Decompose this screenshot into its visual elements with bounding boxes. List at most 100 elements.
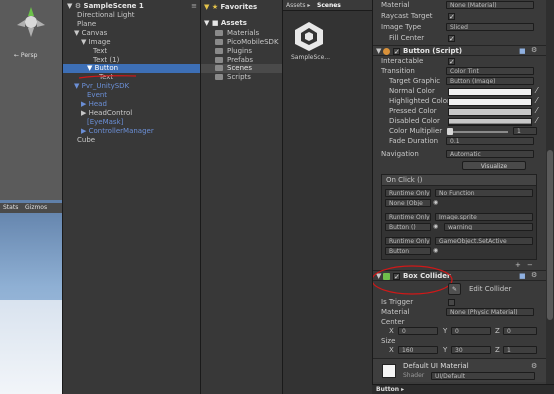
size-y-field[interactable]: 30 [451, 346, 491, 354]
script-icon [383, 48, 390, 55]
runtime-dropdown[interactable]: Runtime Only [385, 237, 431, 245]
eyedropper-icon[interactable]: ⁄ [536, 86, 537, 95]
scene-view[interactable]: ← Persp [0, 0, 62, 200]
hierarchy-menu-icon[interactable]: ≡ [191, 2, 197, 10]
event-argument-field[interactable]: warning [444, 223, 533, 231]
assets-root-row[interactable]: ▼ ■ Assets [204, 18, 282, 28]
is-trigger-label: Is Trigger [381, 298, 414, 306]
object-picker-icon[interactable]: ◉ [433, 223, 438, 230]
visualize-button[interactable]: Visualize [462, 161, 526, 170]
event-object-field[interactable]: None (Obje [385, 199, 431, 207]
interactable-checkbox[interactable]: ✓ [448, 58, 455, 66]
remove-event-button[interactable]: − [527, 261, 533, 269]
is-trigger-checkbox[interactable] [448, 299, 455, 306]
target-graphic-label: Target Graphic [389, 77, 441, 85]
center-z-label: Z [495, 327, 500, 335]
color-multiplier-slider-handle[interactable] [447, 128, 453, 135]
highlighted-color-swatch[interactable] [448, 98, 532, 106]
eyedropper-icon[interactable]: ⁄ [536, 96, 537, 105]
breadcrumb-assets[interactable]: Assets ▸ [286, 2, 310, 9]
material-preview [382, 364, 396, 378]
navigation-label: Navigation [381, 150, 419, 158]
persp-label[interactable]: ← Persp [14, 52, 37, 59]
center-x-field[interactable]: 0 [398, 327, 438, 335]
fade-duration-field[interactable]: 0.1 [446, 137, 534, 145]
color-multiplier-field[interactable]: 1 [513, 127, 537, 135]
color-multiplier-slider-track[interactable] [448, 131, 508, 133]
project-content-panel: Assets ▸ Scenes SampleSce... [282, 0, 372, 394]
settings-gear-icon[interactable]: ⚙ [531, 46, 537, 54]
inspector-panel: Material None (Material) Raycast Target … [372, 0, 554, 394]
add-event-button[interactable]: + [515, 261, 521, 269]
size-x-label: X [389, 346, 394, 354]
target-graphic-field[interactable]: Button (Image) [446, 77, 534, 85]
hierarchy-item-cube[interactable]: Cube [77, 135, 200, 145]
game-view[interactable]: Stats Gizmos [0, 200, 62, 394]
fill-center-checkbox[interactable]: ✓ [448, 35, 455, 43]
raycast-target-checkbox[interactable]: ✓ [448, 13, 455, 21]
hierarchy-panel: ▼ ⚙ SampleScene 1 Directional Light Plan… [62, 0, 200, 394]
navigation-dropdown[interactable]: Automatic [446, 150, 534, 158]
shader-dropdown[interactable]: UI/Default [431, 372, 535, 380]
fade-duration-label: Fade Duration [389, 137, 439, 145]
scrollbar-thumb[interactable] [547, 150, 553, 320]
help-icon[interactable]: ■ [519, 47, 526, 55]
size-label: Size [381, 337, 396, 345]
default-material-name: Default UI Material [403, 362, 469, 370]
shader-label: Shader [403, 372, 425, 379]
foldout-arrow-icon[interactable]: ▼ [376, 47, 381, 55]
selected-object-label[interactable]: Button ▸ [376, 386, 404, 393]
runtime-dropdown[interactable]: Runtime Only [385, 213, 431, 221]
material-field[interactable]: None (Material) [446, 1, 534, 9]
center-label: Center [381, 318, 405, 326]
runtime-dropdown[interactable]: Runtime Only [385, 189, 431, 197]
button-component-header[interactable]: ▼ ✓ Button (Script) ■ ⚙ [373, 45, 554, 56]
eyedropper-icon[interactable]: ⁄ [536, 106, 537, 115]
help-icon[interactable]: ■ [519, 272, 526, 280]
game-view-toolbar: Stats Gizmos [0, 203, 62, 213]
disabled-color-swatch[interactable] [448, 118, 532, 126]
raycast-target-label: Raycast Target [381, 12, 433, 20]
gizmos-button[interactable]: Gizmos [25, 204, 47, 211]
scene-gizmo[interactable] [14, 5, 48, 39]
fill-center-label: Fill Center [389, 34, 425, 42]
scene-asset[interactable]: SampleSce... [289, 20, 330, 64]
image-type-dropdown[interactable]: Sliced [446, 23, 534, 31]
event-object-field[interactable]: Button [385, 247, 431, 255]
folder-icon [215, 65, 223, 71]
center-z-field[interactable]: 0 [503, 327, 537, 335]
function-dropdown[interactable]: No Function [435, 189, 533, 197]
favorites-row[interactable]: ▼ ★ Favorites [204, 2, 282, 12]
settings-gear-icon[interactable]: ⚙ [531, 271, 537, 279]
normal-color-swatch[interactable] [448, 88, 532, 96]
object-picker-icon[interactable]: ◉ [433, 247, 438, 254]
button-component-title: Button (Script) [403, 47, 463, 55]
event-object-field[interactable]: Button () [385, 223, 431, 231]
transition-label: Transition [381, 67, 415, 75]
function-dropdown[interactable]: Image.sprite [435, 213, 533, 221]
folder-icon [215, 74, 223, 80]
edit-collider-button[interactable]: ✎ [448, 283, 461, 295]
object-picker-icon[interactable]: ◉ [433, 199, 438, 206]
onclick-header: On Click () [382, 175, 536, 186]
bottom-bar: Button ▸ [372, 384, 554, 394]
folder-scripts[interactable]: Scripts [215, 72, 282, 82]
eyedropper-icon[interactable]: ⁄ [536, 116, 537, 125]
annotation-circle [373, 265, 453, 295]
folder-icon [215, 39, 223, 45]
transition-dropdown[interactable]: Color Tint [446, 67, 534, 75]
unity-scene-icon [295, 22, 323, 51]
breadcrumb-scenes[interactable]: Scenes [317, 2, 341, 9]
material-label: Material [381, 1, 410, 9]
pressed-color-swatch[interactable] [448, 108, 532, 116]
collider-material-field[interactable]: None (Physic Material) [446, 308, 534, 316]
inspector-scrollbar[interactable] [546, 0, 554, 384]
scene-icon: ▼ ⚙ [67, 2, 84, 10]
center-y-field[interactable]: 0 [451, 327, 491, 335]
size-z-field[interactable]: 1 [503, 346, 537, 354]
component-enabled-checkbox[interactable]: ✓ [393, 48, 400, 56]
stats-button[interactable]: Stats [3, 204, 18, 211]
size-x-field[interactable]: 160 [398, 346, 438, 354]
function-dropdown[interactable]: GameObject.SetActive [435, 237, 533, 245]
settings-gear-icon[interactable]: ⚙ [531, 362, 537, 370]
